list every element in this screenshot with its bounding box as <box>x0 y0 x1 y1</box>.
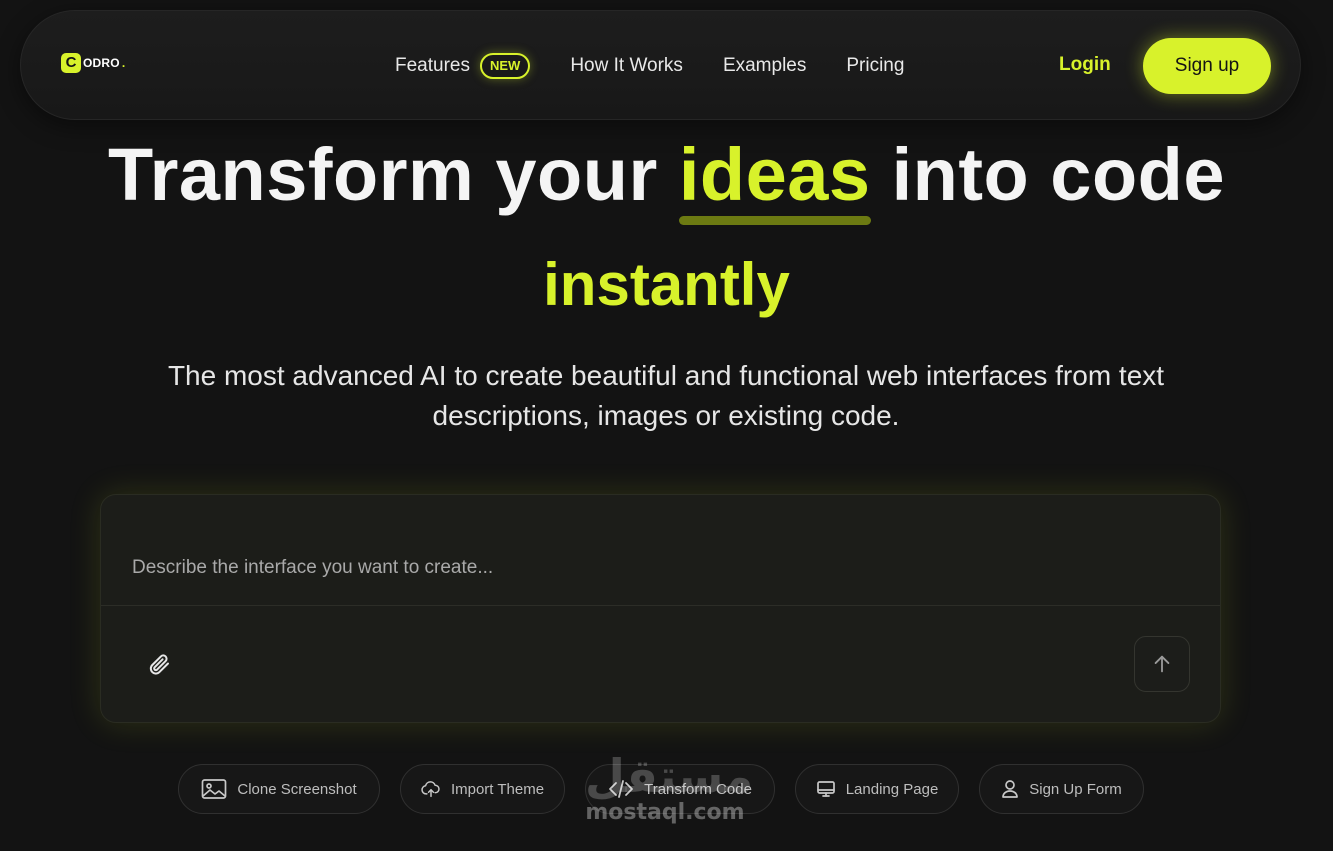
nav-link-features[interactable]: Features <box>395 55 470 77</box>
send-button[interactable] <box>1134 636 1190 692</box>
logo-mark: C <box>61 53 81 73</box>
prompt-input[interactable] <box>101 495 1220 605</box>
logo-text: ODRO <box>83 56 120 70</box>
watermark: مستقل mostaql.com <box>585 749 754 837</box>
prompt-card <box>100 494 1221 723</box>
highlight-underline <box>678 216 871 225</box>
hero-title-before: Transform your <box>107 133 679 216</box>
nav-link-examples[interactable]: Examples <box>723 55 806 77</box>
nav-link-how-it-works[interactable]: How It Works <box>570 55 683 77</box>
watermark-logo: مستقل <box>585 749 754 803</box>
top-nav: C ODRO . Features NEW How It Works Examp… <box>20 10 1301 120</box>
chip-label: Sign Up Form <box>1029 780 1122 798</box>
new-badge: NEW <box>479 53 531 79</box>
chip-label: Import Theme <box>450 780 545 798</box>
brand-logo[interactable]: C ODRO . <box>61 53 125 73</box>
chip-sign-up-form[interactable]: Sign Up Form <box>979 764 1144 814</box>
nav-links: Features NEW How It Works Examples Prici… <box>395 49 904 83</box>
logo-dot: . <box>121 56 126 70</box>
chip-landing-page[interactable]: Landing Page <box>795 764 959 814</box>
watermark-text: mostaql.com <box>585 800 745 825</box>
cloud-upload-icon <box>421 781 440 798</box>
hero-highlight-text: ideas <box>678 133 871 216</box>
nav-link-pricing[interactable]: Pricing <box>846 55 904 77</box>
chip-label: Landing Page <box>845 780 939 798</box>
image-icon <box>202 779 227 799</box>
hero-subtitle: The most advanced AI to create beautiful… <box>167 360 1165 431</box>
login-link[interactable]: Login <box>1059 54 1111 76</box>
arrow-up-icon <box>1154 655 1170 673</box>
monitor-icon <box>816 781 835 797</box>
hero-title-line2: instantly <box>543 251 790 318</box>
chip-import-theme[interactable]: Import Theme <box>400 764 565 814</box>
nav-item-features[interactable]: Features NEW <box>395 53 531 79</box>
hero-title-highlight: ideas <box>678 132 871 225</box>
hero-title-after: into code <box>870 133 1226 216</box>
chip-clone-screenshot[interactable]: Clone Screenshot <box>178 764 380 814</box>
paperclip-icon <box>149 654 169 675</box>
prompt-divider <box>101 605 1220 606</box>
attach-button[interactable] <box>145 650 173 678</box>
user-icon <box>1002 780 1019 798</box>
chip-label: Clone Screenshot <box>237 780 357 798</box>
signup-button[interactable]: Sign up <box>1143 38 1271 94</box>
hero-title: Transform your ideas into code <box>0 132 1333 225</box>
